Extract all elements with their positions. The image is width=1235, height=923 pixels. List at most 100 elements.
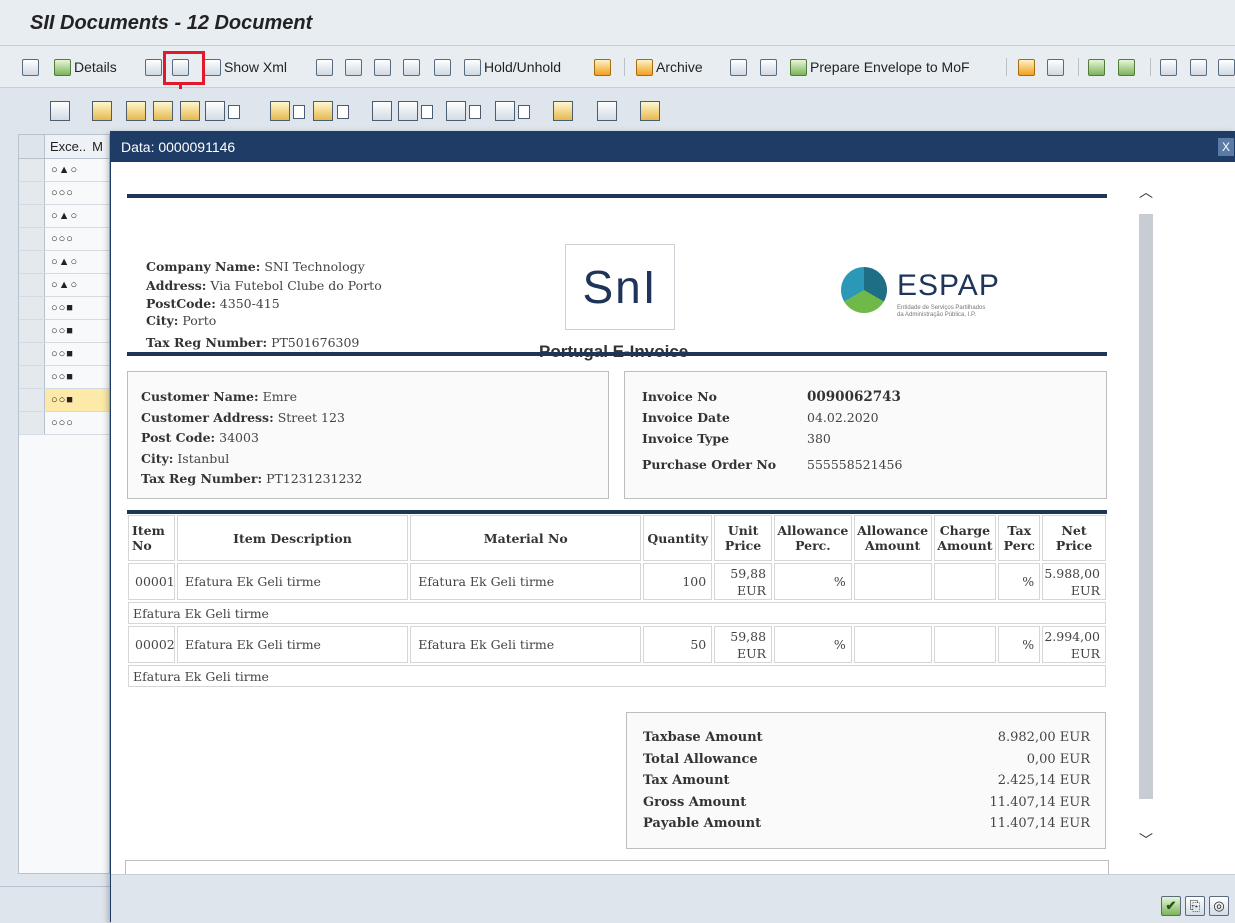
top-rule <box>127 194 1107 198</box>
sum-dropdown-icon[interactable] <box>293 105 305 119</box>
data-popup-window: Data: 0000091146 X Company Name: SNI Tec… <box>110 131 1235 923</box>
user-icon[interactable] <box>594 56 614 78</box>
action-icon-6[interactable] <box>1018 56 1038 78</box>
confirm-button[interactable]: ✔ <box>1161 896 1181 916</box>
document-list-grid: Exce.. M ○▲○ ○○○ ○▲○ ○○○ ○▲○ ○▲○ ○○■ ○○■ ○○■ ○○■ ○… <box>18 134 110 874</box>
status-lights-icon: ○○○ <box>51 417 74 429</box>
action-icon-5[interactable] <box>434 56 454 78</box>
grid-header: Exce.. M <box>19 135 109 159</box>
row-selector[interactable] <box>19 159 45 181</box>
column-excel[interactable]: Exce.. <box>45 139 86 154</box>
invoice-document: Company Name: SNI Technology Address: Vi… <box>111 162 1235 874</box>
item-charge-amount <box>933 563 997 600</box>
action-icon-9[interactable] <box>1118 56 1138 78</box>
export-icon[interactable] <box>446 101 466 121</box>
info-icon[interactable] <box>597 101 617 121</box>
filter-icon[interactable] <box>205 101 225 121</box>
row-selector[interactable] <box>19 182 45 204</box>
vertical-scrollbar[interactable]: ︿ ﹀ <box>1137 162 1157 874</box>
new-document-icon[interactable] <box>1160 56 1180 78</box>
grid-row[interactable]: ○▲○ <box>19 159 109 182</box>
row-selector[interactable] <box>19 297 45 319</box>
prepare-envelope-button[interactable]: Prepare Envelope to MoF <box>790 56 970 78</box>
column-m[interactable]: M <box>86 139 103 154</box>
export-dropdown-icon[interactable] <box>469 105 481 119</box>
subtotal-dropdown-icon[interactable] <box>337 105 349 119</box>
zoom-icon[interactable] <box>50 101 70 121</box>
display-button[interactable]: ◎ <box>1209 896 1229 916</box>
details-button[interactable]: Details <box>54 56 117 78</box>
grid-row[interactable]: ○○■ <box>19 297 109 320</box>
find-next-icon[interactable] <box>180 101 200 121</box>
mail-icon[interactable] <box>760 56 780 78</box>
show-xml-button[interactable]: Show Xml <box>204 56 287 78</box>
window-title: SII Documents - 12 Document <box>30 12 313 34</box>
layout-icon[interactable] <box>495 101 515 121</box>
grid-row[interactable]: ○○■ <box>19 320 109 343</box>
sort-desc-icon[interactable] <box>126 101 146 121</box>
gear-icon <box>790 58 807 76</box>
item-allowance-amount <box>853 563 932 600</box>
archive-button[interactable]: Archive <box>636 56 703 78</box>
action-icon-1[interactable] <box>316 56 336 78</box>
sum-icon[interactable] <box>270 101 290 121</box>
action-icon-2[interactable] <box>345 56 365 78</box>
row-selector[interactable] <box>19 228 45 250</box>
subtotal-icon[interactable] <box>313 101 333 121</box>
status-lights-icon: ○▲○ <box>51 279 79 291</box>
sort-asc-icon[interactable] <box>92 101 112 121</box>
grid-row[interactable]: ○▲○ <box>19 205 109 228</box>
row-selector[interactable] <box>19 274 45 296</box>
action-icon-8[interactable] <box>1088 56 1108 78</box>
row-selector[interactable] <box>19 412 45 434</box>
item-unit-price: 59,88 EUR <box>714 626 773 663</box>
action-icon-7[interactable] <box>1047 56 1067 78</box>
more-icon[interactable] <box>640 101 660 121</box>
details-icon <box>54 58 71 76</box>
selection-icon[interactable] <box>22 56 42 78</box>
status-lights-icon: ○○■ <box>51 348 74 360</box>
item-charge-amount <box>933 626 997 663</box>
filter-dropdown-icon[interactable] <box>228 105 240 119</box>
graphic-icon[interactable] <box>553 101 573 121</box>
sni-logo: SnI <box>565 244 675 330</box>
highlight-box <box>163 51 205 85</box>
action-icon-3[interactable] <box>374 56 394 78</box>
print-icon[interactable] <box>372 101 392 121</box>
status-lights-icon: ○▲○ <box>51 164 79 176</box>
views-icon[interactable] <box>398 101 418 121</box>
row-selector[interactable] <box>19 251 45 273</box>
copy-button[interactable]: ⎘ <box>1185 896 1205 916</box>
scroll-thumb[interactable] <box>1139 214 1153 799</box>
find-icon[interactable] <box>153 101 173 121</box>
row-selector[interactable] <box>19 366 45 388</box>
row-selector[interactable] <box>19 343 45 365</box>
pencil-icon[interactable] <box>1190 56 1210 78</box>
scroll-up-icon[interactable]: ︿ <box>1139 182 1153 202</box>
scroll-down-icon[interactable]: ﹀ <box>1139 830 1153 850</box>
grid-row[interactable]: ○○■ <box>19 366 109 389</box>
glasses-icon[interactable] <box>1218 56 1235 78</box>
item-net-price: 2.994,00 EUR <box>1042 626 1106 663</box>
grid-row[interactable]: ○○○ <box>19 412 109 435</box>
row-selector[interactable] <box>19 389 45 411</box>
layout-dropdown-icon[interactable] <box>518 105 530 119</box>
item-net-price: 5.988,00 EUR <box>1042 563 1106 600</box>
grid-row[interactable]: ○○■ <box>19 389 109 412</box>
grid-row[interactable]: ○▲○ <box>19 251 109 274</box>
grid-row[interactable]: ○○■ <box>19 343 109 366</box>
refresh-icon[interactable] <box>145 56 165 78</box>
grid-row[interactable]: ○○○ <box>19 182 109 205</box>
select-all-icon[interactable] <box>19 135 45 158</box>
action-icon-4[interactable] <box>403 56 423 78</box>
hold-unhold-button[interactable]: Hold/Unhold <box>464 56 561 78</box>
grid-row[interactable]: ○○○ <box>19 228 109 251</box>
grid-row[interactable]: ○▲○ <box>19 274 109 297</box>
row-selector[interactable] <box>19 320 45 342</box>
trash-icon[interactable] <box>730 56 750 78</box>
row-selector[interactable] <box>19 205 45 227</box>
views-dropdown-icon[interactable] <box>421 105 433 119</box>
close-icon[interactable]: X <box>1218 138 1234 156</box>
title-bar: SII Documents - 12 Document <box>0 0 1235 46</box>
popup-title-bar[interactable]: Data: 0000091146 X <box>111 132 1234 162</box>
